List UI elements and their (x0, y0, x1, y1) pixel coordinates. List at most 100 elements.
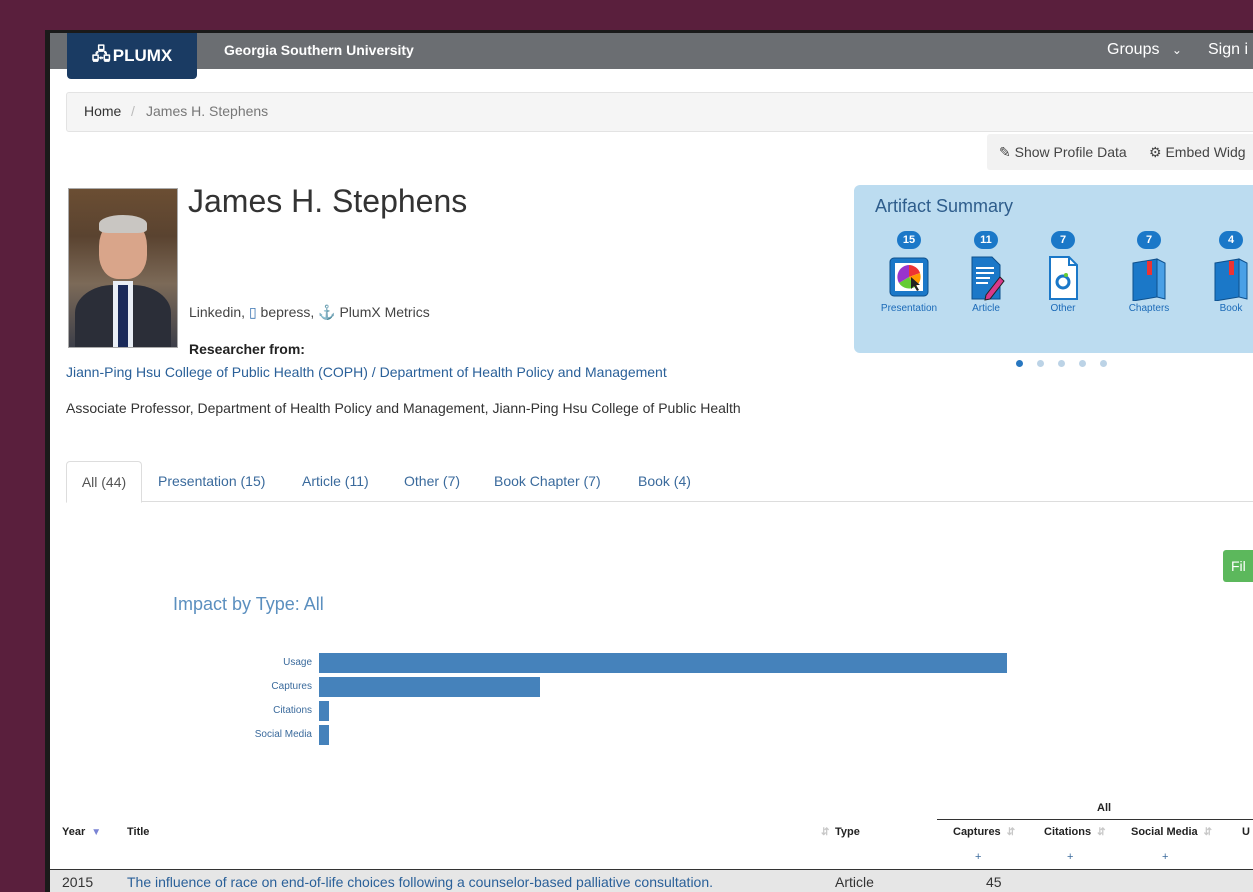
header-year-label: Year (62, 826, 86, 838)
page: 🖧 PLUMX Georgia Southern University Grou… (50, 33, 1253, 892)
embed-widget-button[interactable]: ⚙ Embed Widg (1149, 144, 1246, 161)
artifact-summary: Artifact Summary 15 Presentation 11 Arti… (854, 185, 1253, 353)
article-icon (964, 255, 1008, 301)
show-profile-data-button[interactable]: ✎ Show Profile Data (999, 144, 1127, 161)
department-link[interactable]: Jiann-Ping Hsu College of Public Health … (66, 364, 667, 380)
count-badge: 4 (1219, 231, 1243, 249)
chart-bar[interactable] (319, 653, 1007, 673)
count-badge: 7 (1137, 231, 1161, 249)
carousel-dot[interactable] (1058, 360, 1065, 367)
chevron-down-icon: ⌄ (1171, 43, 1182, 57)
chart-category-label: Social Media (254, 729, 312, 740)
table-group-header: All (937, 793, 1253, 820)
chart-category-label: Citations (273, 705, 312, 716)
artifact-summary-title: Artifact Summary (875, 196, 1014, 216)
header-captures-label: Captures (953, 826, 1001, 838)
linkedin-link[interactable]: Linkedin, (189, 304, 245, 320)
group-label: All (1097, 802, 1112, 814)
artifact-label: Presentation (880, 303, 938, 314)
researcher-from-label: Researcher from: (189, 341, 305, 357)
artifact-other[interactable]: 7 Other (1030, 230, 1096, 314)
expand-captures[interactable]: + (975, 851, 981, 863)
header-year[interactable]: Year ▼ (62, 826, 101, 838)
anchor-icon: ⚓ (318, 304, 336, 320)
plumx-metrics-link[interactable]: PlumX Metrics (339, 304, 429, 320)
header-title-sort[interactable]: ⇵ (815, 826, 829, 838)
carousel-dot[interactable] (1079, 360, 1086, 367)
row-title-link[interactable]: The influence of race on end-of-life cho… (127, 874, 713, 890)
show-profile-label: Show Profile Data (1014, 144, 1127, 160)
institution-name[interactable]: Georgia Southern University (224, 42, 414, 58)
tab-presentation[interactable]: Presentation (15) (158, 461, 265, 501)
header-captures[interactable]: Captures ⇵ (953, 826, 1015, 838)
plumx-logo-icon: 🖧 (91, 44, 111, 64)
header-citations[interactable]: Citations ⇵ (1044, 826, 1105, 838)
impact-heading: Impact by Type: All (173, 594, 324, 615)
other-icon (1041, 255, 1085, 301)
impact-label: Impact by Type: (173, 594, 300, 614)
groups-menu[interactable]: Groups ⌄ (1107, 41, 1182, 59)
impact-chart: Usage Captures Citations Social Media (210, 653, 1110, 763)
carousel-dots (1016, 360, 1121, 367)
artifact-chapters[interactable]: 7 Chapters (1116, 230, 1182, 314)
groups-label: Groups (1107, 41, 1160, 58)
presentation-icon (887, 255, 931, 301)
header-usage[interactable]: U (1242, 826, 1250, 838)
count-badge: 15 (897, 231, 921, 249)
table-row: 2015 The influence of race on end-of-lif… (50, 870, 1253, 892)
sign-in-link[interactable]: Sign i (1208, 41, 1248, 59)
sort-icon: ⇵ (1097, 827, 1106, 838)
tab-book-chapter[interactable]: Book Chapter (7) (494, 461, 601, 501)
embed-label: Embed Widg (1165, 144, 1246, 160)
sort-icon: ⇵ (1203, 827, 1213, 838)
profile-name: James H. Stephens (188, 183, 468, 219)
chart-bar[interactable] (319, 725, 329, 745)
edit-icon: ✎ (999, 144, 1011, 160)
row-captures: 45 (986, 874, 1002, 890)
tab-other[interactable]: Other (7) (404, 461, 460, 501)
artifact-label: Chapters (1128, 303, 1170, 314)
bepress-icon: ▯ (248, 304, 257, 320)
position-text: Associate Professor, Department of Healt… (66, 400, 741, 416)
tab-article[interactable]: Article (11) (302, 461, 369, 501)
carousel-dot[interactable] (1100, 360, 1107, 367)
chart-category-label: Usage (283, 657, 312, 668)
filter-button[interactable]: Fil (1223, 550, 1253, 582)
chart-bar[interactable] (319, 677, 540, 697)
tab-book[interactable]: Book (4) (638, 461, 691, 501)
header-social-label: Social Media (1131, 826, 1198, 838)
expand-social[interactable]: + (1162, 851, 1168, 863)
breadcrumb-separator: / (131, 103, 135, 119)
bepress-link[interactable]: bepress, (261, 304, 315, 320)
breadcrumb-home[interactable]: Home (84, 103, 121, 119)
sort-icon: ⇵ (821, 827, 830, 838)
plumx-logo[interactable]: 🖧 PLUMX (67, 33, 197, 79)
row-year: 2015 (62, 874, 94, 890)
navbar: 🖧 PLUMX Georgia Southern University Grou… (50, 33, 1253, 79)
tab-all[interactable]: All (44) (66, 461, 142, 503)
logo-text: PLUMX (112, 46, 173, 65)
artifact-label: Book (1219, 303, 1243, 314)
sort-icon: ⇵ (1006, 827, 1016, 838)
breadcrumb: Home / James H. Stephens (66, 92, 1253, 132)
book-icon (1209, 255, 1253, 302)
gear-icon: ⚙ (1149, 144, 1162, 160)
chart-bar[interactable] (319, 701, 329, 721)
header-social-media[interactable]: Social Media ⇵ (1131, 826, 1212, 838)
profile-links: Linkedin, ▯ bepress, ⚓ PlumX Metrics (189, 304, 430, 321)
breadcrumb-current: James H. Stephens (146, 103, 269, 119)
artifact-presentation[interactable]: 15 Presentation (876, 230, 942, 314)
header-title[interactable]: Title (127, 826, 149, 838)
carousel-dot[interactable] (1037, 360, 1044, 367)
count-badge: 11 (974, 231, 998, 249)
artifact-article[interactable]: 11 Article (953, 230, 1019, 314)
expand-citations[interactable]: + (1067, 851, 1073, 863)
profile-actions: ✎ Show Profile Data ⚙ Embed Widg (987, 134, 1253, 170)
carousel-dot[interactable] (1016, 360, 1023, 367)
impact-value[interactable]: All (304, 594, 324, 614)
artifact-label: Article (972, 303, 1000, 314)
header-type[interactable]: Type (835, 826, 860, 838)
artifact-book[interactable]: 4 Book (1198, 230, 1253, 314)
row-type: Article (835, 874, 874, 890)
chart-category-label: Captures (271, 681, 312, 692)
